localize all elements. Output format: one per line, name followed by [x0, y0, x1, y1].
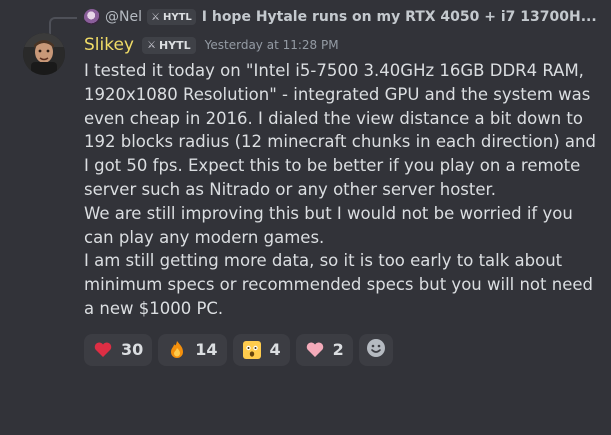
username[interactable]: Slikey — [84, 35, 134, 55]
guild-tag[interactable]: ⚔ HYTL — [142, 36, 196, 54]
timestamp[interactable]: Yesterday at 11:28 PM — [205, 38, 339, 52]
guild-tag-label: HYTL — [158, 38, 191, 52]
reaction-red-heart[interactable]: 30 — [84, 333, 153, 366]
message-paragraph: I am still getting more data, so it is t… — [84, 251, 593, 318]
reaction-pink-heart[interactable]: 2 — [295, 333, 353, 366]
reaction-count: 2 — [332, 340, 344, 360]
reply-connector-line — [49, 17, 77, 34]
user-avatar-icon[interactable] — [23, 33, 65, 75]
reaction-count: 30 — [121, 340, 144, 360]
chat-message-container: @Nel ⚔ HYTL I hope Hytale runs on my RTX… — [0, 0, 611, 435]
reactions-bar: 30 14 4 2 — [84, 333, 599, 366]
reply-avatar-icon[interactable] — [84, 9, 100, 25]
add-reaction-button[interactable] — [358, 333, 393, 366]
shocked-face-emoji — [242, 340, 262, 360]
message-content: I tested it today on "Intel i5-7500 3.40… — [84, 59, 599, 321]
reaction-shocked-face[interactable]: 4 — [232, 333, 290, 366]
reply-tag-label: HYTL — [162, 11, 192, 23]
reply-guild-tag[interactable]: ⚔ HYTL — [146, 9, 196, 25]
sword-icon: ⚔ — [147, 39, 156, 51]
reaction-count: 4 — [269, 340, 281, 360]
reply-text[interactable]: I hope Hytale runs on my RTX 4050 + i7 1… — [202, 9, 597, 25]
reaction-count: 14 — [195, 340, 218, 360]
reply-username[interactable]: @Nel — [105, 9, 142, 25]
fire-emoji — [167, 340, 187, 360]
reaction-fire[interactable]: 14 — [158, 333, 227, 366]
message-header: Slikey ⚔ HYTL Yesterday at 11:28 PM — [84, 33, 599, 57]
red-heart-emoji — [93, 340, 113, 360]
pink-heart-emoji — [305, 340, 325, 360]
add-reaction-icon — [365, 337, 387, 363]
sword-icon: ⚔ — [150, 11, 160, 23]
message: Slikey ⚔ HYTL Yesterday at 11:28 PM I te… — [0, 33, 611, 366]
message-paragraph: I tested it today on "Intel i5-7500 3.40… — [84, 61, 596, 199]
message-paragraph: We are still improving this but I would … — [84, 203, 573, 247]
reply-preview[interactable]: @Nel ⚔ HYTL I hope Hytale runs on my RTX… — [0, 0, 611, 34]
